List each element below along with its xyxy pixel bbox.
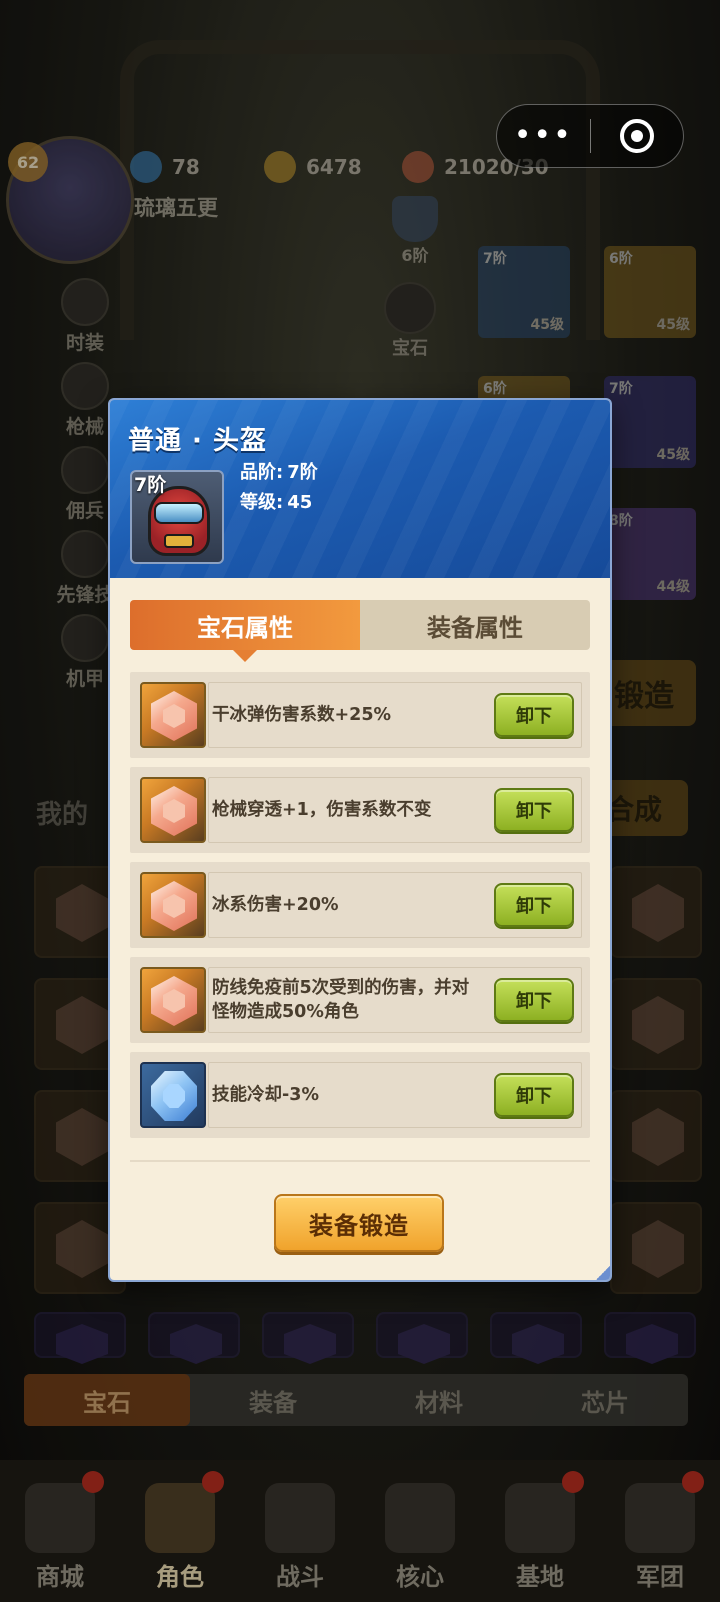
close-miniprogram-button[interactable] bbox=[591, 119, 684, 153]
gem-row: 防线免疫前5次受到的伤害，并对怪物造成50%角色 卸下 bbox=[130, 957, 590, 1043]
target-close-icon bbox=[619, 119, 654, 153]
blue-gem-icon bbox=[140, 1062, 206, 1128]
gem-effect-text: 枪械穿透+1，伤害系数不变 bbox=[212, 800, 432, 820]
unload-gem-button[interactable]: 卸下 bbox=[494, 978, 574, 1022]
modal-header: 普通 · 头盔 7阶 品阶: 7阶 等级: 45 bbox=[110, 400, 610, 578]
miniprogram-capsule: ••• bbox=[496, 104, 684, 168]
modal-divider bbox=[130, 1160, 590, 1162]
attribute-tabs: 宝石属性 装备属性 bbox=[130, 600, 590, 662]
equipment-info: 品阶: 7阶 等级: 45 bbox=[240, 462, 318, 513]
orange-gem-icon bbox=[140, 777, 206, 843]
unload-gem-button[interactable]: 卸下 bbox=[494, 1073, 574, 1117]
unload-gem-button[interactable]: 卸下 bbox=[494, 788, 574, 832]
gem-effect-text: 技能冷却-3% bbox=[212, 1085, 319, 1105]
tab-gem-attributes[interactable]: 宝石属性 bbox=[130, 600, 360, 662]
equipment-tier-tag: 7阶 bbox=[134, 474, 167, 496]
orange-gem-icon bbox=[140, 967, 206, 1033]
orange-gem-icon bbox=[140, 682, 206, 748]
unload-gem-button[interactable]: 卸下 bbox=[494, 693, 574, 737]
gem-row: 枪械穿透+1，伤害系数不变 卸下 bbox=[130, 767, 590, 853]
gem-effect-text: 冰系伤害+20% bbox=[212, 895, 339, 915]
unload-gem-button[interactable]: 卸下 bbox=[494, 883, 574, 927]
quality-value: 7阶 bbox=[287, 462, 318, 483]
equipment-forge-button[interactable]: 装备锻造 bbox=[274, 1194, 444, 1252]
orange-gem-icon bbox=[140, 872, 206, 938]
modal-title: 普通 · 头盔 bbox=[128, 426, 267, 456]
helmet-chin bbox=[164, 534, 194, 548]
equipment-icon-frame: 7阶 bbox=[130, 470, 224, 564]
gem-effect-text: 干冰弹伤害系数+25% bbox=[212, 705, 392, 725]
gem-row: 技能冷却-3% 卸下 bbox=[130, 1052, 590, 1138]
corner-decoration bbox=[596, 1266, 610, 1280]
socketed-gem-list: 干冰弹伤害系数+25% 卸下 枪械穿透+1，伤害系数不变 卸下 冰系伤害+20%… bbox=[130, 672, 590, 1138]
gem-row: 干冰弹伤害系数+25% 卸下 bbox=[130, 672, 590, 758]
gem-row: 冰系伤害+20% 卸下 bbox=[130, 862, 590, 948]
level-value: 45 bbox=[287, 492, 313, 513]
more-menu-button[interactable]: ••• bbox=[497, 116, 590, 156]
helmet-visor bbox=[154, 502, 204, 524]
tab-equipment-attributes[interactable]: 装备属性 bbox=[360, 600, 590, 650]
gem-effect-text: 防线免疫前5次受到的伤害，并对怪物造成50%角色 bbox=[212, 978, 470, 1022]
equipment-detail-modal: 普通 · 头盔 7阶 品阶: 7阶 等级: 45 宝石属性 装备属性 干冰弹伤害系数… bbox=[110, 400, 610, 1280]
